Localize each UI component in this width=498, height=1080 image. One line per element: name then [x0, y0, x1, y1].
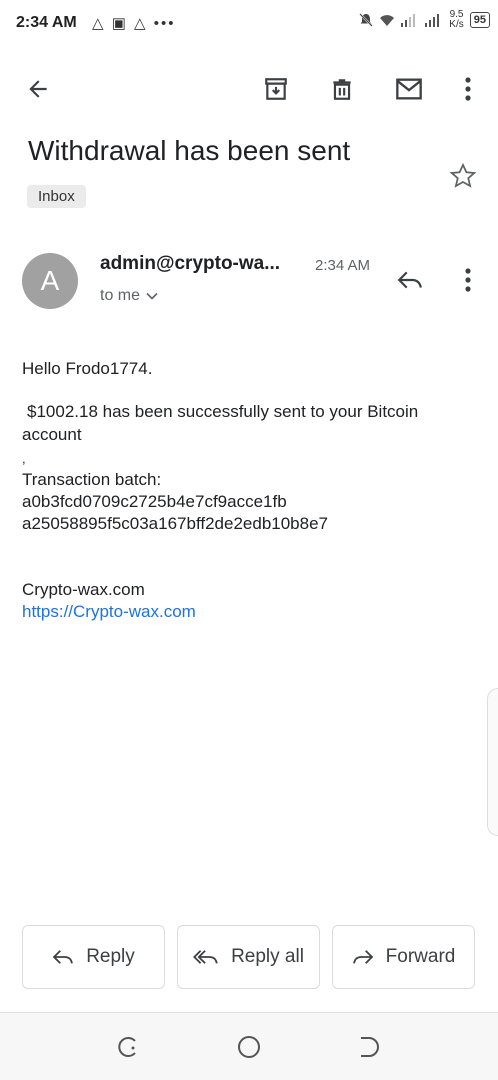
reply-all-button[interactable]: Reply all — [177, 925, 320, 989]
mail-icon — [396, 78, 422, 100]
email-subject: Withdrawal has been sent — [28, 135, 351, 166]
signature-link[interactable]: https://Crypto-wax.com — [22, 601, 196, 623]
message-more-button[interactable] — [446, 258, 490, 302]
email-time: 2:34 AM — [315, 257, 371, 274]
reply-button[interactable]: Reply — [22, 925, 165, 989]
forward-label: Forward — [385, 946, 456, 967]
body-line-1: $1002.18 has been successfully sent to y… — [27, 402, 419, 421]
inbox-label[interactable]: Inbox — [27, 185, 86, 208]
batch-hash-line-2: a25058895f5c03a167bff2de2edb10b8e7 — [22, 514, 328, 533]
sender-name[interactable]: admin@crypto-wa... — [100, 253, 280, 275]
battery-indicator: 95 — [469, 12, 490, 28]
forward-button[interactable]: Forward — [332, 925, 475, 989]
signal-icon-2 — [425, 13, 440, 27]
network-speed: 9.5 K/s — [449, 10, 463, 30]
batch-hash-line-1: a0b3fcd0709c2725b4e7cf9acce1fb — [22, 492, 287, 511]
mark-unread-button[interactable] — [387, 67, 431, 111]
forward-icon — [352, 950, 373, 964]
delete-button[interactable] — [320, 67, 364, 111]
recents-button[interactable] — [116, 1035, 140, 1064]
signature-text: Crypto-wax.com — [22, 580, 145, 599]
back-arrow-icon — [29, 80, 47, 98]
mute-icon — [359, 13, 374, 27]
reply-icon — [397, 271, 422, 289]
reply-all-icon — [193, 950, 218, 964]
home-button[interactable] — [237, 1035, 261, 1064]
home-icon — [238, 1036, 260, 1058]
recipient-label: to me — [100, 287, 141, 304]
archive-button[interactable] — [254, 67, 298, 111]
scroll-handle[interactable] — [487, 688, 498, 836]
reply-icon — [52, 950, 74, 964]
reply-label: Reply — [86, 946, 135, 967]
recipient-toggle[interactable]: to me — [100, 287, 158, 305]
wifi-icon — [380, 14, 395, 26]
status-time: 2:34 AM — [16, 14, 77, 31]
reply-all-label: Reply all — [231, 946, 304, 967]
star-button[interactable] — [449, 162, 477, 195]
signal-icon — [401, 13, 416, 27]
back-button[interactable] — [16, 67, 60, 111]
speed-unit: K/s — [449, 19, 464, 30]
body-comma: , — [22, 451, 26, 466]
chevron-down-icon — [146, 292, 158, 300]
archive-icon — [265, 78, 287, 100]
reply-icon-button[interactable] — [388, 258, 432, 302]
batch-label: Transaction batch: — [22, 470, 162, 489]
more-options-button[interactable] — [446, 67, 490, 111]
status-right-icons: 9.5 K/s 95 — [359, 10, 490, 30]
system-back-button[interactable] — [357, 1035, 381, 1064]
sender-avatar[interactable]: A — [22, 253, 78, 309]
greeting-text: Hello Frodo1774. — [22, 359, 153, 378]
body-line-2: account — [22, 425, 82, 444]
recents-icon — [118, 1037, 136, 1057]
more-vert-icon — [465, 268, 471, 292]
system-back-icon — [361, 1037, 379, 1057]
trash-icon — [333, 79, 351, 100]
more-vert-icon — [465, 77, 471, 101]
notification-icons: △ ▣ △ ••• — [92, 15, 176, 32]
star-icon — [449, 162, 477, 188]
